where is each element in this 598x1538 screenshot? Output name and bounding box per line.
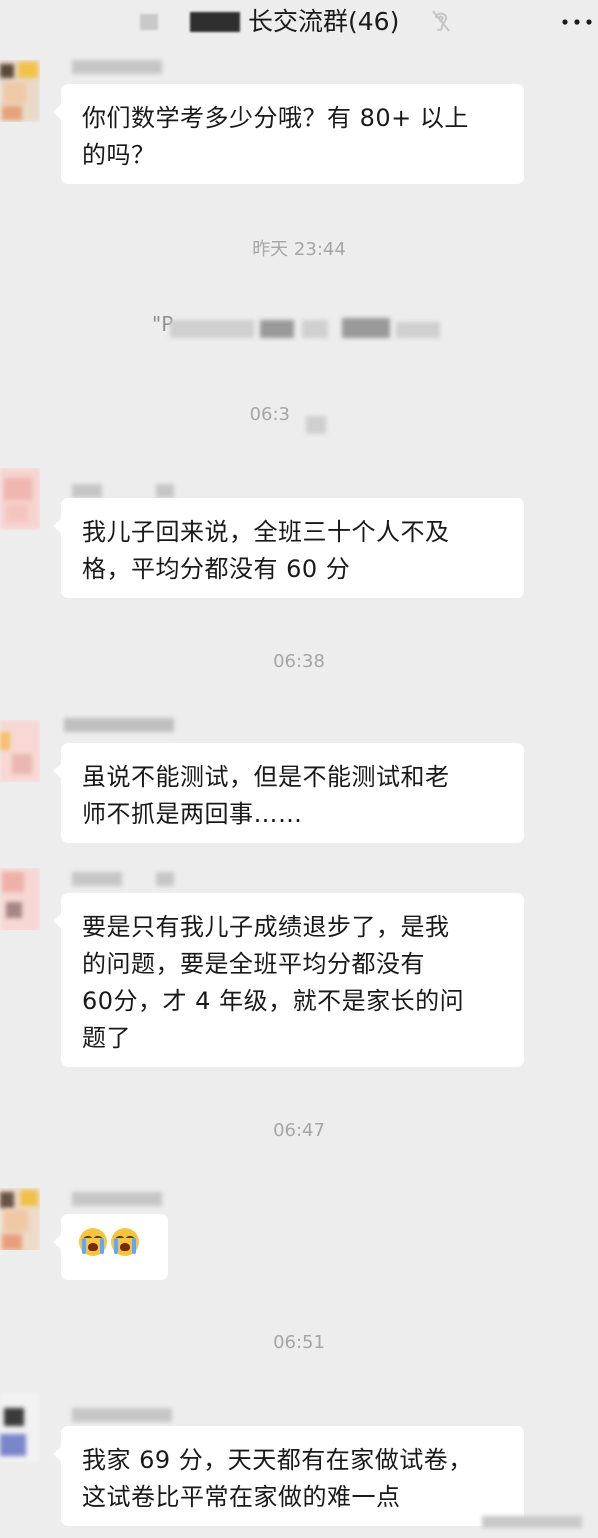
avatar[interactable] xyxy=(0,60,40,122)
sender-name-blurred xyxy=(72,872,182,888)
message-bubble[interactable]: 你们数学考多少分哦？有 80+ 以上 的吗？ xyxy=(53,84,524,184)
message-line: 你们数学考多少分哦？有 80+ 以上 xyxy=(82,104,469,132)
timestamp: 06:38 xyxy=(273,651,325,672)
message-line: 我家 69 分，天天都有在家做试卷， xyxy=(82,1446,473,1474)
crying-emoji xyxy=(79,1228,139,1256)
timestamp: 昨天 23:44 xyxy=(252,239,346,260)
message-line: 虽说不能测试，但是不能测试和老 xyxy=(82,763,450,791)
timestamp: 06:51 xyxy=(273,1332,325,1353)
message-bubble[interactable]: 要是只有我儿子成绩退步了，是我 的问题，要是全班平均分都没有 60分，才 4 年… xyxy=(53,893,524,1067)
message-bubble[interactable]: 虽说不能测试，但是不能测试和老 师不抓是两回事…… xyxy=(53,743,524,843)
avatar[interactable] xyxy=(0,468,40,530)
message-line: 60分，才 4 年级，就不是家长的问 xyxy=(82,987,465,1015)
blurred-title-part xyxy=(140,14,158,30)
message-line: 的吗？ xyxy=(82,141,156,169)
blurred-overlay xyxy=(306,416,326,434)
sender-name-blurred xyxy=(72,1408,182,1424)
timestamp: 06:3 xyxy=(249,404,290,425)
message-line: 这试卷比平常在家做的难一点 xyxy=(82,1483,401,1511)
blurred-title-part xyxy=(190,12,240,32)
group-title: 长交流群(46) xyxy=(248,7,400,36)
message-line: 师不抓是两回事…… xyxy=(82,800,303,828)
message-line: 要是只有我儿子成绩退步了，是我 xyxy=(82,913,450,941)
message-line: 格，平均分都没有 60 分 xyxy=(82,555,351,583)
crying-face-icon xyxy=(79,1228,107,1256)
avatar[interactable] xyxy=(0,868,40,930)
crying-face-icon xyxy=(111,1228,139,1256)
avatar[interactable] xyxy=(0,1188,40,1250)
message-bubble[interactable]: 我儿子回来说，全班三十个人不及 格，平均分都没有 60 分 xyxy=(53,498,524,598)
avatar[interactable] xyxy=(0,1392,40,1462)
message-line: 我儿子回来说，全班三十个人不及 xyxy=(82,518,450,546)
message-bubble[interactable]: 我家 69 分，天天都有在家做试卷， 这试卷比平常在家做的难一点 xyxy=(53,1426,524,1526)
more-dots-icon[interactable] xyxy=(562,19,592,25)
sender-name-blurred xyxy=(72,1192,172,1208)
sender-name-blurred xyxy=(64,718,184,734)
blurred-watermark xyxy=(482,1514,592,1532)
message-line: 题了 xyxy=(82,1024,131,1052)
ear-mute-icon xyxy=(432,10,450,32)
avatar[interactable] xyxy=(0,720,40,782)
chat-screen: 长交流群(46) 你们数学考多少分哦？有 80+ 以上 的吗？ 昨天 23:44… xyxy=(0,0,598,1538)
message-bubble[interactable] xyxy=(53,1214,168,1280)
timestamp: 06:47 xyxy=(273,1120,325,1141)
chat-header: 长交流群(46) xyxy=(0,0,598,44)
sender-name-blurred xyxy=(72,60,172,76)
message-line: 的问题，要是全班平均分都没有 xyxy=(82,950,425,978)
